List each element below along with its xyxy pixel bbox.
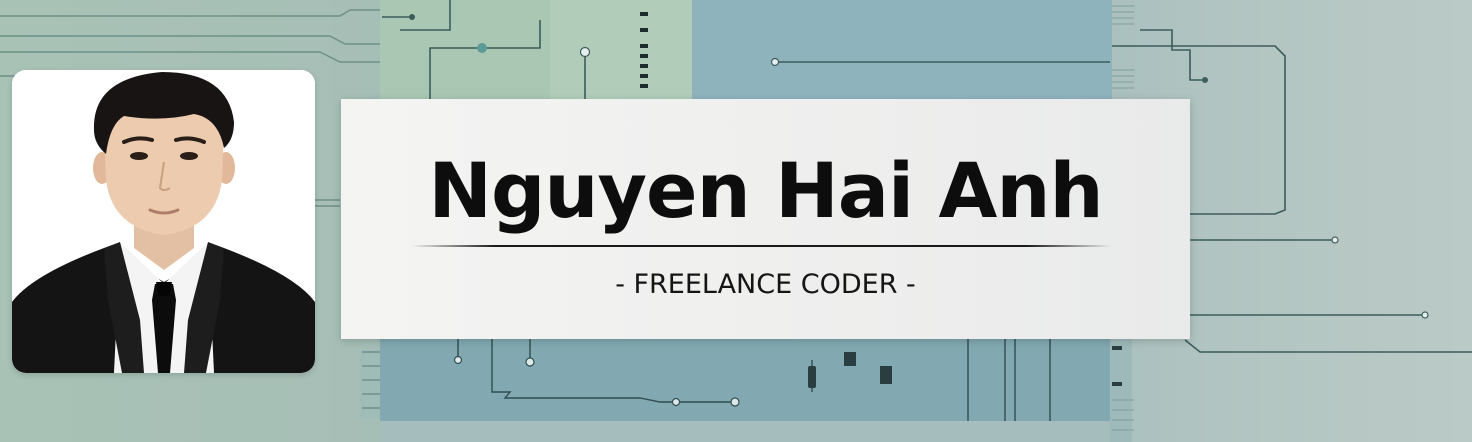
name-card: Nguyen Hai Anh - FREELANCE CODER -: [341, 99, 1190, 339]
profile-role: - FREELANCE CODER -: [615, 269, 916, 300]
portrait-photo-image: [12, 70, 315, 373]
profile-name: Nguyen Hai Anh: [428, 146, 1103, 235]
name-divider: [411, 245, 1111, 247]
portrait-photo: [12, 70, 315, 373]
profile-banner: Nguyen Hai Anh - FREELANCE CODER -: [0, 0, 1472, 442]
